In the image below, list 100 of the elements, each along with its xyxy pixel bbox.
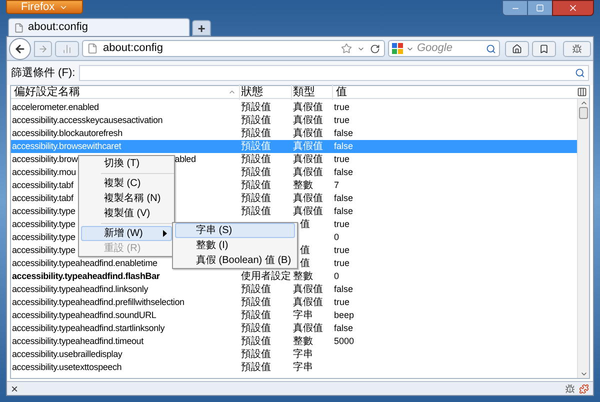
scroll-down-icon[interactable]	[580, 370, 588, 378]
value-cell: false	[334, 284, 354, 294]
minimize-button[interactable]	[502, 0, 528, 16]
back-arrow-icon	[14, 42, 26, 54]
home-button[interactable]	[505, 40, 529, 56]
bookmark-icon	[539, 44, 549, 54]
value-cell: 0	[334, 271, 340, 281]
menu-item[interactable]: 整數 (I)	[175, 238, 295, 253]
name-cell: accessibility.typeaheadfind.enabletime	[12, 257, 158, 270]
scrollbar[interactable]	[577, 99, 589, 378]
type-cell: 值	[300, 245, 310, 256]
filter-field[interactable]	[79, 65, 589, 81]
submenu-arrow-icon	[163, 230, 167, 237]
name-cell: accessibility.tabf	[12, 192, 74, 205]
column-header[interactable]: 值	[333, 84, 577, 100]
name-cell: accessibility.typeaheadfind.startlinksonly	[12, 322, 165, 335]
scroll-up-icon[interactable]	[580, 99, 588, 107]
sort-icon	[228, 88, 236, 96]
name-cell: accessibility.usebrailledisplay	[12, 348, 122, 361]
status-cell: 預設值	[241, 154, 271, 165]
status-cell: 預設值	[241, 284, 271, 295]
type-cell: 真假值	[293, 323, 323, 334]
value-cell: true	[334, 297, 350, 307]
type-cell: 字串	[293, 310, 313, 321]
value-cell: beep	[334, 310, 354, 320]
name-cell: accessibility.typeaheadfind.flashBar	[12, 270, 160, 283]
value-cell: true	[334, 245, 350, 255]
name-cell: accessibility.type	[12, 231, 76, 244]
type-cell: 整數	[293, 336, 313, 347]
status-cell: 預設值	[241, 141, 271, 152]
forward-arrow-icon	[38, 44, 48, 54]
bookmarks-button[interactable]	[532, 40, 556, 56]
menu-item[interactable]: 複製名稱 (N)	[81, 191, 172, 206]
status-cell: 預設值	[241, 206, 271, 217]
name-cell: accessibility.typeaheadfind.prefillwithselection	[12, 296, 184, 309]
type-cell: 字串	[293, 362, 313, 373]
status-cell: 預設值	[241, 102, 271, 113]
type-cell: 真假值	[293, 154, 323, 165]
name-cell: accessibility.typeaheadfind.linksonly	[12, 283, 148, 296]
reload-icon	[370, 44, 380, 54]
menu-item[interactable]: 新增 (W)	[81, 226, 172, 241]
type-cell: 真假值	[293, 206, 323, 217]
maximize-button[interactable]	[528, 0, 552, 16]
status-cell: 預設值	[241, 297, 271, 308]
page-icon	[87, 43, 98, 54]
puzzle-icon[interactable]	[579, 384, 589, 394]
value-cell: true	[334, 102, 350, 112]
name-cell: accessibility.blockautorefresh	[12, 127, 122, 140]
name-cell: accelerometer.enabled	[12, 101, 99, 114]
bug-icon[interactable]	[565, 384, 575, 394]
menu-item[interactable]: 切換 (T)	[81, 156, 172, 171]
status-cell: 使用者設定	[241, 271, 291, 282]
status-cell: 預設值	[241, 128, 271, 139]
value-cell: false	[334, 128, 354, 138]
column-header[interactable]: 類型	[292, 84, 333, 100]
value-cell: 5000	[334, 336, 354, 346]
name-cell: accessibility.type	[12, 218, 76, 231]
home-icon	[512, 44, 522, 54]
status-cell: 預設值	[241, 310, 271, 321]
value-cell: 0	[334, 232, 340, 242]
type-cell: 整數	[293, 180, 313, 191]
menu-item[interactable]: 複製 (C)	[81, 176, 172, 191]
type-cell: 值	[300, 219, 310, 230]
addon-button[interactable]	[563, 40, 591, 56]
menu-item[interactable]: 真假 (Boolean) 值 (B)	[175, 253, 295, 268]
new-tab-button[interactable]: +	[192, 20, 211, 36]
name-cell: accessibility.brow	[12, 153, 78, 166]
menu-item[interactable]: 字串 (S)	[175, 223, 295, 238]
status-cell: 預設值	[241, 167, 271, 178]
status-cell: 預設值	[241, 323, 271, 334]
type-cell: 真假值	[293, 115, 323, 126]
address-bar[interactable]: about:config	[82, 40, 385, 57]
star-icon	[341, 43, 352, 54]
column-picker-icon[interactable]	[577, 87, 587, 97]
close-button[interactable]	[552, 0, 594, 16]
menu-item[interactable]: 複製值 (V)	[81, 206, 172, 221]
close-addon-bar-button[interactable]: ×	[11, 382, 18, 394]
column-header[interactable]: 偏好設定名稱	[11, 84, 240, 100]
column-header[interactable]: 狀態	[240, 84, 292, 100]
value-cell: true	[334, 258, 350, 268]
value-cell: 7	[334, 180, 340, 190]
search-icon	[575, 68, 585, 78]
name-cell: accessibility.tabf	[12, 179, 74, 192]
name-cell: accessibility.mou	[12, 166, 76, 179]
browser-tab[interactable]: about:config	[8, 18, 190, 36]
name-cell: accessibility.type	[12, 244, 76, 257]
status-cell: 預設值	[241, 349, 271, 360]
back-button[interactable]	[9, 38, 31, 60]
type-cell: 真假值	[293, 167, 323, 178]
name-cell: accessibility.typeaheadfind.timeout	[12, 335, 144, 348]
type-cell: 值	[300, 258, 310, 269]
scroll-thumb[interactable]	[579, 107, 588, 119]
type-cell: 真假值	[293, 284, 323, 295]
type-cell: 真假值	[293, 102, 323, 113]
type-cell: 真假值	[293, 141, 323, 152]
value-cell: false	[334, 141, 354, 151]
search-field[interactable]: Google	[388, 40, 500, 57]
type-cell: 字串	[293, 349, 313, 360]
bug-icon	[572, 44, 582, 54]
value-cell: false	[334, 323, 354, 333]
